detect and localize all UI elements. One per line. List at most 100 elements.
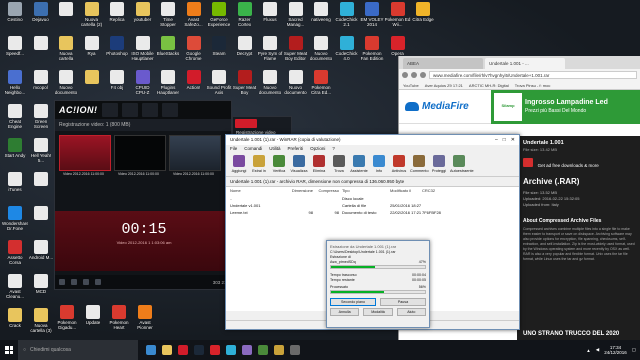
recording-thumb[interactable]: Video 2012-2016 11:00:00 — [169, 135, 221, 177]
taskbar-app-icon[interactable] — [274, 345, 284, 355]
action-tab-video[interactable] — [101, 103, 118, 117]
desktop-icon[interactable]: Start Andy — [2, 138, 28, 168]
ad-banner[interactable]: Silamp Ingrosso Lampadine Led Prezzi più… — [491, 89, 640, 124]
desktop-icon[interactable]: Nuovo documento — [257, 70, 283, 100]
menu-item[interactable]: File — [230, 146, 237, 152]
desktop-icon[interactable]: Hell Yeah! 5... — [28, 138, 54, 168]
desktop-icon[interactable]: Decrypt — [232, 36, 258, 66]
desktop-icon[interactable]: Nuova cartella — [53, 36, 79, 66]
toolbar-button[interactable]: Commento — [410, 154, 429, 175]
bookmark[interactable]: ARCTIC MH-R: Digital — [469, 83, 509, 88]
desktop-icon[interactable]: Android M... — [28, 240, 54, 270]
desktop-icon[interactable]: CodeChick 2.1 — [334, 2, 360, 32]
desktop-icon[interactable]: CodeChick 4.0 — [334, 36, 360, 66]
file-row[interactable]: Undertale v1.001 Cartella di file 25/01/20… — [226, 202, 519, 209]
file-row[interactable]: .. Disco locale — [226, 195, 519, 202]
bookmark[interactable]: Trova Pinsu - f: moc — [515, 83, 551, 88]
trash-icon[interactable] — [95, 279, 101, 285]
browser-tab-active[interactable]: Undertale 1.001 - ... — [485, 58, 565, 69]
desktop-icon[interactable]: Assetto Corsa — [2, 240, 28, 270]
desktop-icon[interactable]: Pokemon Heart — [106, 305, 132, 335]
menu-item[interactable]: Opzioni — [310, 146, 325, 152]
bookmark[interactable]: YouTube — [403, 83, 419, 88]
toolbar-button[interactable]: Proteggi — [430, 154, 448, 175]
desktop-icon[interactable]: Super Meat Boy Editor — [283, 36, 309, 66]
taskbar-app-icon[interactable] — [162, 345, 172, 355]
record-button[interactable] — [235, 119, 257, 128]
back-icon[interactable] — [402, 72, 408, 78]
desktop-icon[interactable]: Nuovo documento — [308, 36, 334, 66]
notifications-icon[interactable]: ▢ — [632, 347, 636, 353]
clock[interactable]: 17:34 24/12/2016 — [604, 345, 627, 355]
desktop-icon[interactable]: Pyre Sym of Flame — [257, 36, 283, 66]
desktop-icon[interactable]: EM VOLEY 2014 — [359, 2, 385, 32]
column-header[interactable]: Modificato il — [390, 188, 422, 194]
desktop-icon[interactable]: Steam — [206, 36, 232, 66]
desktop-icon[interactable]: Action! — [181, 70, 207, 100]
desktop-icon[interactable]: Avast Cleanu... — [2, 274, 28, 304]
desktop-icon[interactable]: Update — [80, 305, 106, 335]
column-header[interactable]: CRC32 — [422, 188, 446, 194]
network-icon[interactable]: ▲ — [586, 348, 590, 353]
desktop-icon[interactable] — [28, 206, 54, 236]
desktop-icon[interactable]: Razer Cortex — [232, 2, 258, 32]
toolbar-button[interactable]: Elimina — [310, 154, 328, 175]
desktop-icon[interactable]: Avast Pionner — [132, 305, 158, 335]
desktop-icon[interactable]: MCD — [28, 274, 54, 304]
desktop-icon[interactable]: CPUID CPU-Z — [130, 70, 156, 100]
maximize-icon[interactable]: □ — [503, 137, 506, 143]
desktop-icon[interactable]: Dejavuo — [28, 2, 54, 32]
desktop-icon[interactable] — [53, 2, 79, 32]
taskbar-app-icon[interactable] — [258, 345, 268, 355]
column-header[interactable]: Compresso — [316, 188, 342, 194]
desktop-icon[interactable]: Sacred Manag... — [283, 2, 309, 32]
file-row[interactable]: Leeme.txt 98 98 Documento di testo 22/02/201… — [226, 209, 519, 216]
taskbar-app-icon[interactable] — [178, 345, 188, 355]
desktop-icon[interactable]: Nuova cartella (2) — [79, 2, 105, 32]
volume-icon[interactable]: ◀ — [596, 347, 599, 353]
ad-footer[interactable]: UNO STRANO TRUCCO DEL 2020 — [523, 331, 619, 337]
play-icon[interactable] — [59, 279, 65, 285]
menu-item[interactable]: ? — [332, 146, 335, 152]
desktop-icon[interactable]: Wondershare Dr.Fone per... — [2, 206, 28, 236]
taskbar-app-icon[interactable] — [194, 345, 204, 355]
menu-item[interactable]: Preferiti — [288, 146, 304, 152]
desktop-icon[interactable]: Rya — [79, 36, 105, 66]
toolbar-button[interactable]: Aggiungi — [230, 154, 248, 175]
desktop-icon[interactable] — [79, 70, 105, 100]
desktop-icon[interactable]: mcopol — [28, 70, 54, 100]
desktop-icon[interactable]: Google Chrome — [181, 36, 207, 66]
desktop-icon[interactable]: Speedf... — [2, 36, 28, 66]
recording-thumb[interactable]: Video 2012-2016 11:00:00 — [114, 135, 166, 177]
desktop-icon[interactable]: nativeeng — [308, 2, 334, 32]
desktop-icon[interactable]: Nuovo documento — [283, 70, 309, 100]
toolbar-button[interactable]: Trova — [330, 154, 348, 175]
desktop-icon[interactable] — [28, 172, 54, 202]
browser-tab[interactable]: ABEA — [403, 58, 483, 69]
desktop-icon[interactable]: BlueStacks — [155, 36, 181, 66]
desktop-icon[interactable]: Replica — [104, 2, 130, 32]
desktop-icon[interactable]: iTunes — [2, 172, 28, 202]
pause-button[interactable]: Pausa — [380, 298, 426, 306]
desktop-icon[interactable]: Plugins Hauptlaner — [155, 70, 181, 100]
app-cta[interactable]: Get ad free downloads & more — [538, 163, 599, 168]
action-tab-screenshot[interactable] — [141, 103, 158, 117]
desktop-icon[interactable]: Fluxus — [257, 2, 283, 32]
desktop-icon[interactable]: Crack — [2, 308, 28, 338]
toolbar-button[interactable]: Estrai in — [250, 154, 268, 175]
forward-icon[interactable] — [411, 72, 417, 78]
action-tab-audio[interactable] — [121, 103, 138, 117]
desktop-icon[interactable]: Pokemon Ed Wii... — [385, 2, 411, 32]
desktop-icon[interactable]: Avast SafeZo... — [181, 2, 207, 32]
desktop-icon[interactable]: Photoshop — [104, 36, 130, 66]
address-bar[interactable]: www.mediafire.com/file/rhlv7hvgnhyi5/Und… — [429, 71, 637, 79]
taskbar-app-icon[interactable] — [146, 345, 156, 355]
desktop-icon[interactable]: F4 obj — [104, 70, 130, 100]
column-header[interactable]: Dimensione — [290, 188, 316, 194]
menu-item[interactable]: Comandi — [244, 146, 262, 152]
stop-icon[interactable] — [71, 279, 77, 285]
mediafire-logo[interactable]: MediaFire — [399, 101, 491, 112]
toolbar-button[interactable]: Assistente — [350, 154, 368, 175]
action-tab-settings[interactable] — [161, 103, 178, 117]
toolbar-button[interactable]: Verifica — [270, 154, 288, 175]
